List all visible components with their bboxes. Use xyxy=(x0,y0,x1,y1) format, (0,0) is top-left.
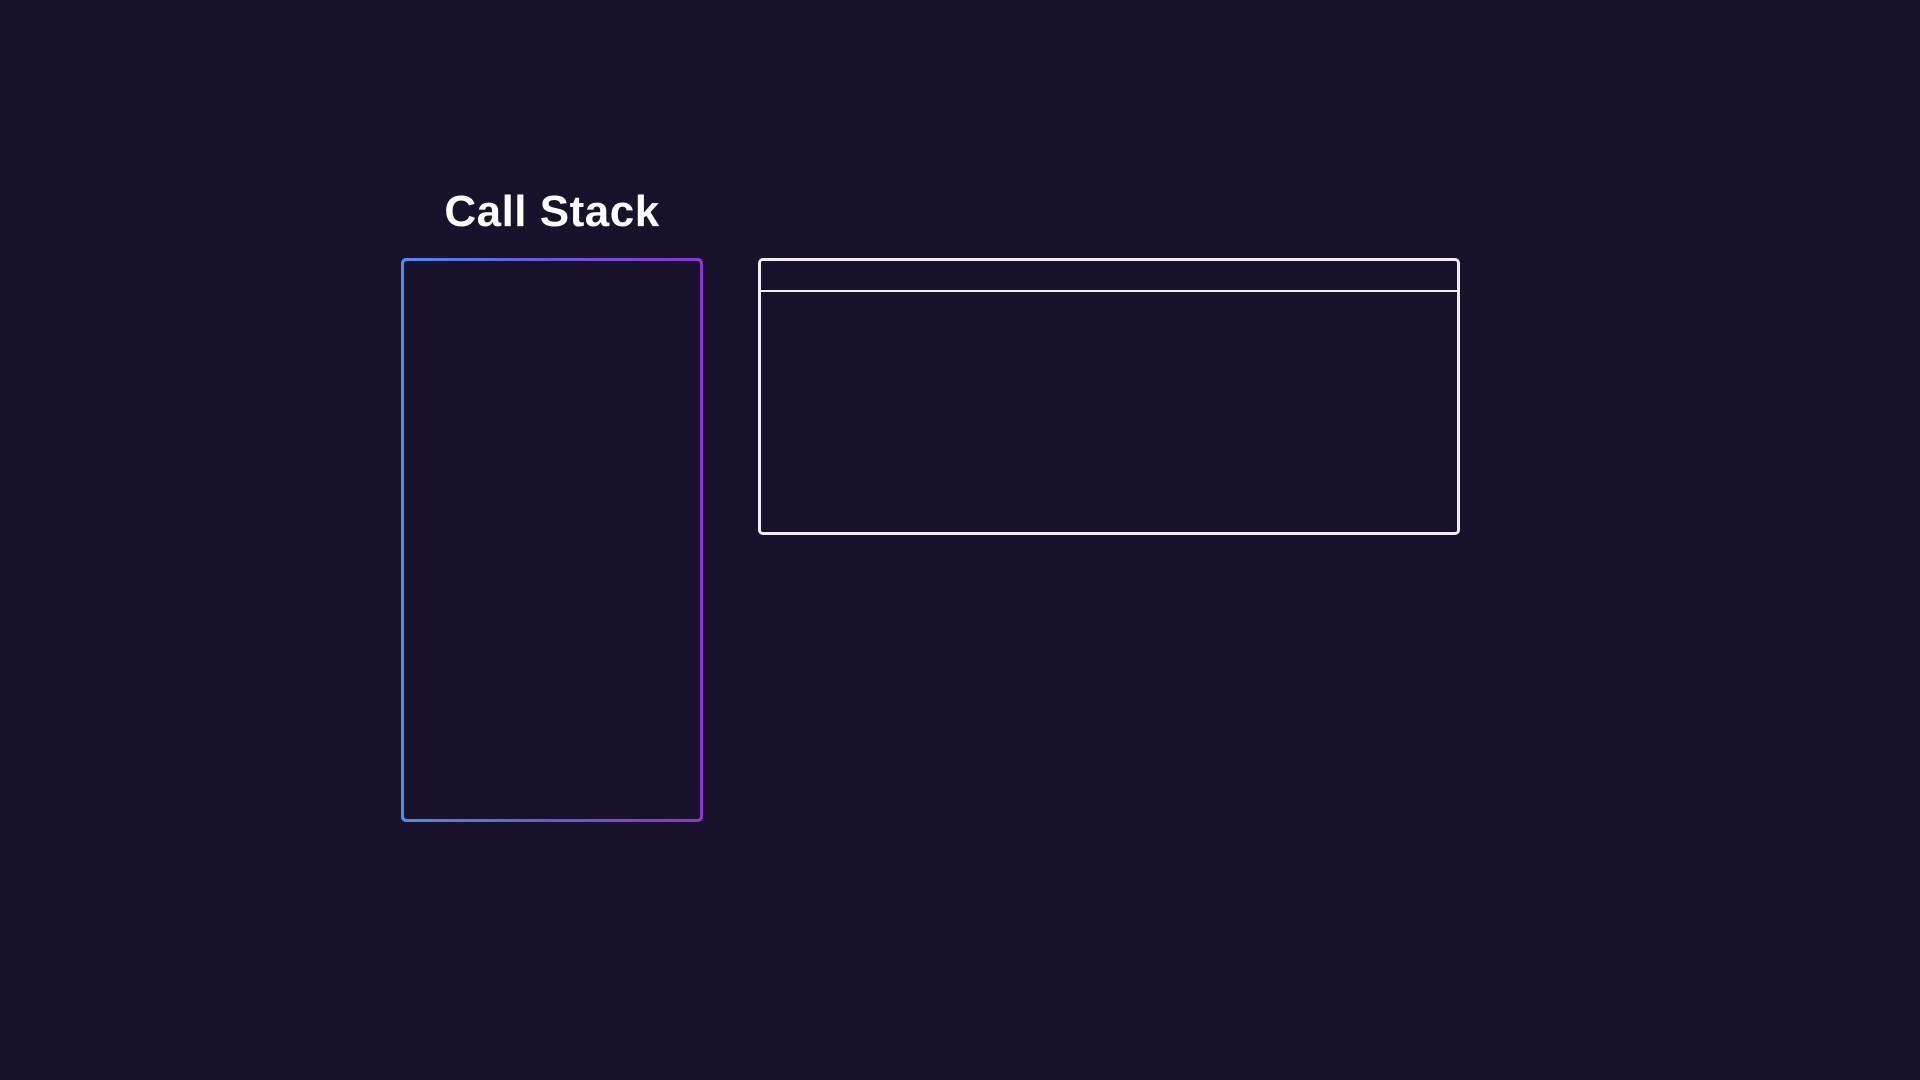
call-stack-title: Call Stack xyxy=(444,187,660,236)
panel-header-divider xyxy=(761,290,1457,292)
empty-panel-box xyxy=(758,258,1460,535)
call-stack-box xyxy=(401,258,703,822)
diagram-canvas: Call Stack xyxy=(0,0,1920,1080)
call-stack-interior xyxy=(404,261,700,819)
